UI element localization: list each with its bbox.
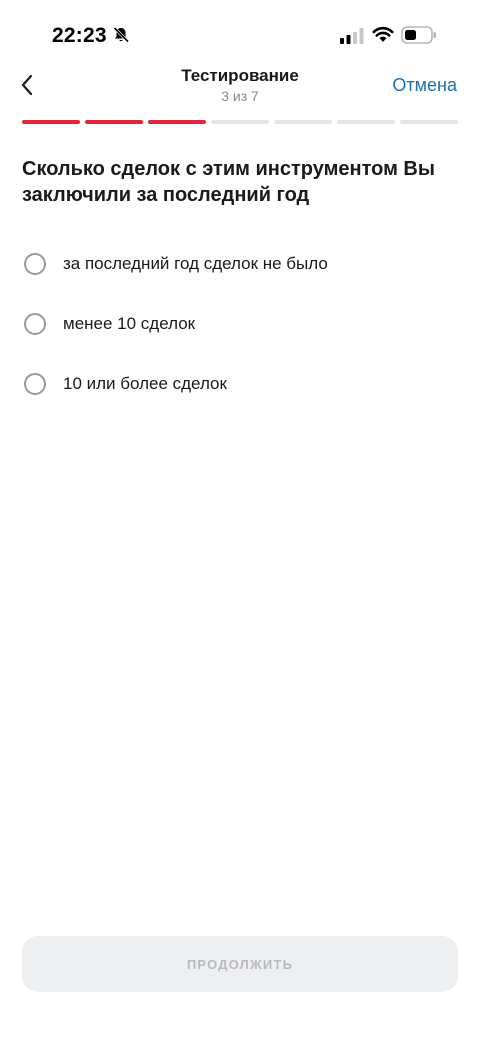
progress-segment-pending (211, 120, 269, 124)
progress-bar (22, 120, 458, 124)
progress-segment-complete (148, 120, 206, 124)
progress-segment-pending (274, 120, 332, 124)
radio-button[interactable] (24, 373, 46, 395)
radio-button[interactable] (24, 253, 46, 275)
question-text: Сколько сделок с этим инструментом Вы за… (22, 158, 435, 206)
screen: 22:23 Тестирование 3 из 7 Отмена Сколько… (0, 0, 480, 1043)
radio-button[interactable] (24, 313, 46, 335)
answer-option-label: менее 10 сделок (63, 314, 196, 333)
battery-icon (401, 26, 436, 44)
answer-option-no-deals[interactable]: за последний год сделок не было (22, 234, 458, 294)
wifi-icon (372, 26, 394, 42)
continue-button[interactable]: ПРОДОЛЖИТЬ (22, 936, 458, 992)
progress-segment-complete (85, 120, 143, 124)
progress-segment-pending (337, 120, 395, 124)
signal-icon (340, 28, 364, 44)
bell-slash-icon (113, 26, 130, 43)
answer-options: за последний год сделок не было менее 10… (22, 234, 458, 414)
progress-segment-pending (400, 120, 458, 124)
nav-header: Тестирование 3 из 7 Отмена (0, 60, 480, 116)
answer-option-less-than-10[interactable]: менее 10 сделок (22, 294, 458, 354)
answer-option-10-or-more[interactable]: 10 или более сделок (22, 354, 458, 414)
cancel-button[interactable]: Отмена (392, 75, 457, 96)
answer-option-label: за последний год сделок не было (63, 254, 328, 273)
status-time: 22:23 (52, 24, 107, 47)
answer-option-label: 10 или более сделок (63, 374, 227, 393)
progress-segment-complete (22, 120, 80, 124)
